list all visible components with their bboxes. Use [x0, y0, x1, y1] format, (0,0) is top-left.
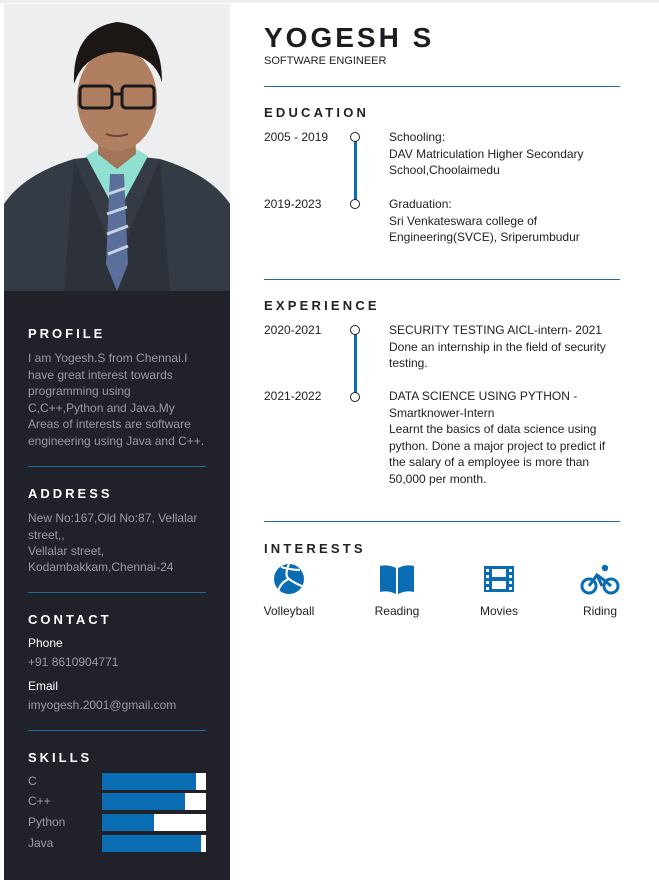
- education-line: Engineering(SVCE), Sriperumbudur: [389, 230, 580, 244]
- education-line: DAV Matriculation Higher Secondary: [389, 146, 584, 161]
- address-line-2: Vellalar street,: [28, 544, 105, 558]
- experience-timeline-line: [354, 330, 357, 397]
- experience-date: 2021-2022: [264, 389, 322, 403]
- phone-value: +91 8610904771: [28, 655, 119, 669]
- profile-photo: [4, 4, 230, 291]
- profile-text: I am Yogesh.S from Chennai.I have great …: [28, 351, 205, 448]
- interest-volleyball: Volleyball: [254, 562, 324, 618]
- sidebar-divider: [28, 730, 206, 731]
- address-line-3: Kodambakkam,Chennai-24: [28, 560, 174, 574]
- timeline-dot: [350, 325, 360, 335]
- interest-label: Reading: [374, 604, 420, 618]
- main-divider: [264, 86, 620, 87]
- timeline-dot: [350, 392, 360, 402]
- sidebar-divider: [28, 592, 206, 593]
- interest-label: Movies: [479, 604, 518, 618]
- name-title: YOGESH S: [264, 22, 435, 53]
- interest-label: Riding: [582, 604, 618, 618]
- volleyball-icon: [274, 563, 304, 594]
- education-entry: Graduation: Sri Venkateswara college of …: [389, 196, 624, 246]
- education-line: Sri Venkateswara college of: [389, 213, 538, 228]
- address-line-1: New No:167,Old No:87, Vellalar street,,: [28, 511, 198, 542]
- education-title: Graduation:: [389, 197, 452, 211]
- skill-bar: [102, 814, 206, 831]
- education-line: School,Choolaimedu: [389, 163, 500, 177]
- education-entry: Schooling: DAV Matriculation Higher Seco…: [389, 129, 624, 179]
- timeline-dot: [350, 132, 360, 142]
- contact-heading: CONTACT: [28, 612, 112, 627]
- skill-fill: [102, 793, 186, 810]
- skill-name: Python: [28, 815, 66, 829]
- education-date: 2019-2023: [264, 197, 322, 211]
- role-subtitle: SOFTWARE ENGINEER: [264, 55, 387, 67]
- top-border: [0, 0, 659, 3]
- experience-desc: Done an internship in the field of secur…: [389, 339, 606, 371]
- interest-riding: Riding: [565, 562, 635, 618]
- email-label: Email: [28, 679, 59, 693]
- interest-reading: Reading: [362, 562, 432, 618]
- interest-movies: Movies: [464, 562, 534, 618]
- main-divider: [264, 279, 620, 280]
- skill-fill: [102, 814, 154, 831]
- main-divider: [264, 521, 620, 522]
- film-icon: [484, 566, 514, 592]
- skill-bar: [102, 835, 206, 852]
- sidebar-divider: [28, 466, 206, 467]
- sidebar: PROFILE I am Yogesh.S from Chennai.I hav…: [4, 4, 230, 880]
- skill-name: Java: [28, 836, 54, 850]
- skill-fill: [102, 773, 196, 790]
- skill-row: Java: [28, 835, 208, 852]
- skill-name: C++: [28, 794, 51, 808]
- skill-bar: [102, 773, 206, 790]
- interests-heading: INTERESTS: [264, 541, 366, 556]
- education-title: Schooling:: [389, 130, 446, 144]
- book-icon: [380, 565, 414, 594]
- skill-row: C: [28, 773, 208, 790]
- experience-heading: EXPERIENCE: [264, 298, 380, 313]
- experience-entry: SECURITY TESTING AICL-intern- 2021 Done …: [389, 322, 624, 372]
- experience-desc: Learnt the basics of data science using …: [389, 422, 606, 486]
- skill-fill: [102, 835, 201, 852]
- bicycle-icon: [580, 564, 620, 595]
- experience-title: DATA SCIENCE USING PYTHON - Smartknower-…: [389, 389, 578, 420]
- email-value: imyogesh.2001@gmail.com: [28, 698, 177, 712]
- education-date: 2005 - 2019: [264, 130, 329, 144]
- skill-row: C++: [28, 793, 208, 810]
- skill-name: C: [28, 774, 37, 788]
- interest-label: Volleyball: [263, 604, 315, 618]
- profile-heading: PROFILE: [28, 326, 106, 341]
- education-heading: EDUCATION: [264, 105, 370, 120]
- experience-entry: DATA SCIENCE USING PYTHON - Smartknower-…: [389, 388, 624, 487]
- skill-row: Python: [28, 814, 208, 831]
- skills-heading: SKILLS: [28, 750, 93, 765]
- experience-date: 2020-2021: [264, 323, 322, 337]
- timeline-dot: [350, 199, 360, 209]
- address-heading: ADDRESS: [28, 486, 113, 501]
- experience-title: SECURITY TESTING AICL-intern- 2021: [389, 323, 602, 337]
- skill-bar: [102, 793, 206, 810]
- phone-label: Phone: [28, 636, 63, 650]
- education-timeline-line: [354, 138, 357, 204]
